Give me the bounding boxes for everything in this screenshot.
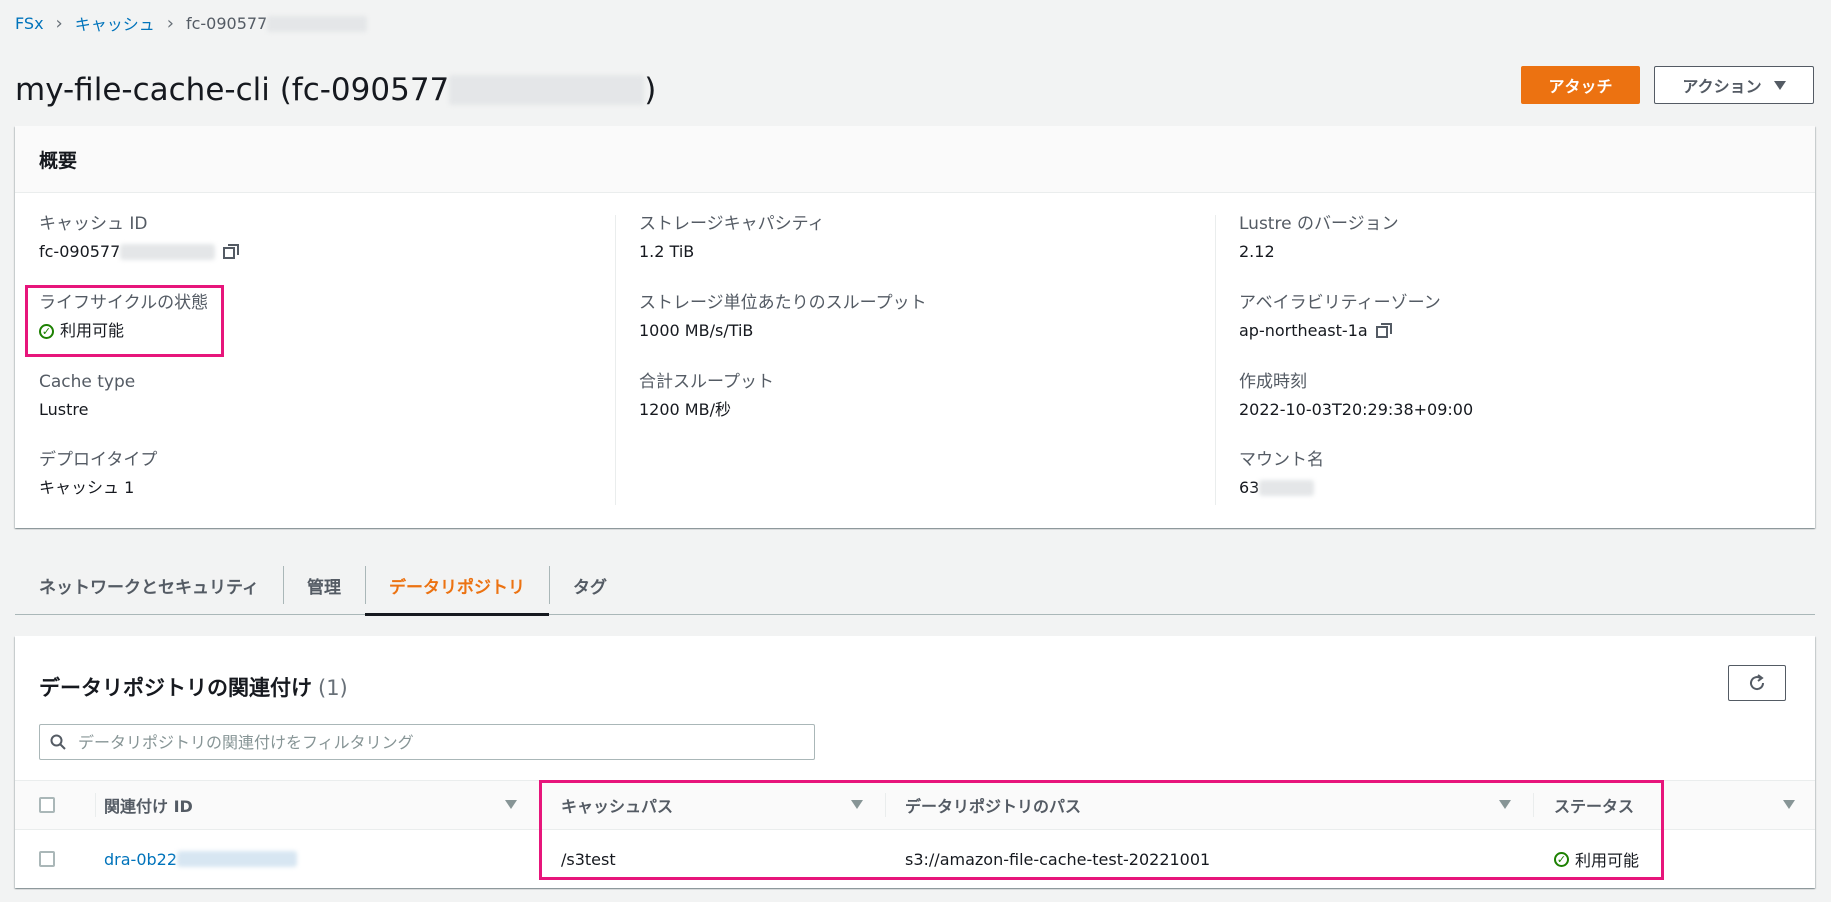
lifecycle-highlight xyxy=(25,285,224,357)
chevron-right-icon: › xyxy=(55,12,63,34)
breadcrumb: FSx › キャッシュ › fc-090577 xyxy=(15,11,368,35)
summary-heading: 概要 xyxy=(15,126,1815,193)
breadcrumb-current: fc-090577 xyxy=(186,14,368,33)
breadcrumb-fsx[interactable]: FSx xyxy=(15,14,44,33)
tab-tags[interactable]: タグ xyxy=(548,556,631,614)
field-storage-capacity: ストレージキャパシティ 1.2 TiB xyxy=(639,214,825,261)
row-checkbox[interactable] xyxy=(39,851,55,867)
chevron-right-icon: › xyxy=(166,12,174,34)
refresh-icon xyxy=(1750,674,1765,691)
sort-icon[interactable] xyxy=(505,800,517,809)
sort-icon[interactable] xyxy=(1783,800,1795,809)
tab-network-security[interactable]: ネットワークとセキュリティ xyxy=(15,556,283,614)
column-header-id[interactable]: 関連付け ID xyxy=(104,781,193,829)
attach-button[interactable]: アタッチ xyxy=(1521,66,1640,104)
field-total-throughput: 合計スループット 1200 MB/秒 xyxy=(639,372,774,419)
association-id-link[interactable]: dra-0b22 xyxy=(104,850,177,869)
actions-dropdown-button[interactable]: アクション xyxy=(1654,66,1814,104)
page-title: my-file-cache-cli (fc-090577) xyxy=(15,72,657,108)
copy-icon[interactable] xyxy=(223,244,240,260)
search-icon xyxy=(50,734,66,750)
breadcrumb-cache[interactable]: キャッシュ xyxy=(75,11,155,35)
field-deploy-type: デプロイタイプ キャッシュ 1 xyxy=(39,450,158,497)
copy-icon[interactable] xyxy=(1375,323,1392,339)
repository-count: (1) xyxy=(318,676,348,700)
field-throughput-per-unit: ストレージ単位あたりのスループット 1000 MB/s/TiB xyxy=(639,293,927,340)
repository-filter xyxy=(39,724,815,760)
summary-panel: 概要 キャッシュ ID fc-090577 ライフサイクルの状態 ✓ 利用可能 xyxy=(15,126,1815,528)
repository-title: データリポジトリの関連付け (1) xyxy=(39,676,348,700)
tab-data-repository[interactable]: データリポジトリ xyxy=(364,556,549,616)
field-cache-type: Cache type Lustre xyxy=(39,372,136,419)
filter-input[interactable] xyxy=(76,731,814,753)
refresh-button[interactable] xyxy=(1728,665,1786,701)
columns-highlight xyxy=(539,780,1664,880)
field-lustre-version: Lustre のバージョン 2.12 xyxy=(1239,214,1399,261)
select-all-checkbox[interactable] xyxy=(39,797,55,813)
field-cache-id: キャッシュ ID fc-090577 xyxy=(39,213,240,263)
field-mount-name: マウント名 63 xyxy=(1239,450,1324,497)
tab-management[interactable]: 管理 xyxy=(282,556,365,614)
caret-down-icon xyxy=(1773,80,1786,90)
detail-tabs: ネットワークとセキュリティ 管理 データリポジトリ タグ xyxy=(15,556,1815,616)
field-created-at: 作成時刻 2022-10-03T20:29:38+09:00 xyxy=(1239,372,1474,419)
field-availability-zone: アベイラビリティーゾーン ap-northeast-1a xyxy=(1239,293,1441,340)
